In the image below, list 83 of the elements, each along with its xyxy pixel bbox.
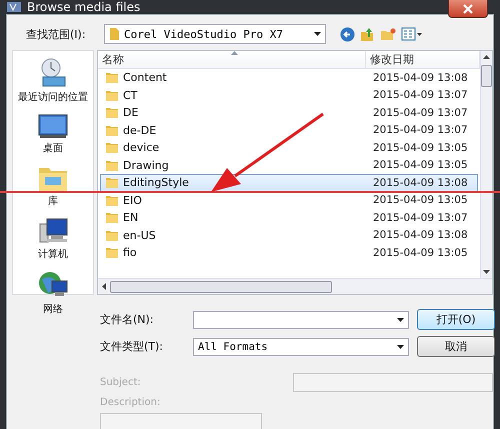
folder-name: device — [123, 141, 160, 154]
folder-name: EditingStyle — [123, 176, 189, 190]
sort-up-icon — [231, 51, 238, 55]
modified-date: 2015-04-09 13:07 — [372, 212, 469, 224]
folder-name: EIO — [123, 194, 142, 207]
scroll-left-icon[interactable] — [102, 283, 106, 290]
file-row[interactable]: EditingStyle 2015-04-09 13:08 — [100, 174, 478, 192]
vertical-scrollbar[interactable] — [480, 51, 492, 278]
subject-field[interactable] — [293, 373, 493, 392]
folder-name: de-DE — [123, 124, 156, 137]
folder-name: Drawing — [123, 158, 169, 172]
modified-date: 2015-04-09 13:07 — [372, 124, 469, 136]
place-item[interactable]: 最近访问的位置 — [18, 55, 88, 106]
scroll-down-icon[interactable] — [483, 270, 490, 274]
dropdown-caret-icon — [397, 318, 404, 322]
scrollbar-thumb[interactable] — [481, 65, 492, 87]
folder-icon — [105, 194, 119, 207]
subject-label: Subject: — [100, 376, 142, 390]
description-field[interactable] — [100, 413, 262, 429]
folder-icon — [105, 211, 119, 224]
back-icon[interactable] — [340, 26, 355, 42]
close-icon — [463, 4, 473, 14]
view-menu-icon[interactable] — [401, 27, 423, 41]
desktop-icon — [37, 112, 69, 140]
cancel-button[interactable]: 取消 — [417, 336, 495, 357]
folder-icon — [105, 88, 119, 102]
modified-date: 2015-04-09 13:05 — [372, 246, 469, 259]
place-item[interactable]: 网络 — [37, 267, 69, 318]
horizontal-scrollbar[interactable] — [98, 278, 492, 294]
folder-name: DE — [123, 106, 138, 120]
file-type-dropdown[interactable]: All Formats — [193, 338, 409, 356]
description-label: Description: — [100, 396, 162, 410]
up-folder-icon[interactable] — [360, 26, 375, 42]
folder-icon — [109, 27, 120, 41]
folder-icon — [105, 71, 119, 84]
modified-date: 2015-04-09 13:05 — [372, 142, 469, 154]
modified-date: 2015-04-09 13:07 — [372, 106, 469, 119]
column-header[interactable]: 名称 — [98, 51, 366, 68]
place-item[interactable]: 库 — [37, 161, 69, 210]
app-icon — [6, 0, 22, 14]
look-in-label: 查找范围(I): — [25, 26, 87, 42]
modified-date: 2015-04-09 13:07 — [372, 89, 469, 102]
new-folder-icon[interactable] — [380, 27, 396, 41]
folder-name: EN — [123, 211, 138, 224]
folder-icon — [105, 228, 119, 242]
file-row[interactable]: EIO 2015-04-09 13:05 — [100, 192, 478, 209]
modified-date: 2015-04-09 13:05 — [372, 159, 469, 172]
folder-name: CT — [123, 88, 138, 102]
file-row[interactable]: en-US 2015-04-09 13:08 — [100, 226, 478, 244]
file-name-field[interactable] — [193, 310, 409, 328]
modified-date: 2015-04-09 13:08 — [372, 72, 469, 84]
folder-icon — [105, 176, 119, 190]
modified-date: 2015-04-09 13:08 — [372, 229, 469, 242]
file-row[interactable]: CT 2015-04-09 13:07 — [100, 86, 478, 104]
place-item[interactable]: 桌面 — [37, 110, 69, 157]
file-row[interactable]: EN 2015-04-09 13:07 — [100, 209, 478, 226]
folder-name: en-US — [123, 228, 156, 242]
dropdown-caret-icon — [314, 32, 321, 36]
file-row[interactable]: DE 2015-04-09 13:07 — [100, 104, 478, 122]
file-row[interactable]: fio 2015-04-09 13:05 — [100, 244, 478, 262]
scrollbar-thumb[interactable] — [110, 280, 332, 292]
folder-icon — [105, 158, 119, 172]
folder-icon — [105, 124, 119, 137]
file-row[interactable]: Content 2015-04-09 13:08 — [100, 69, 478, 86]
close-button[interactable] — [448, 0, 488, 18]
folder-name: fio — [123, 246, 137, 260]
place-item[interactable]: 计算机 — [37, 214, 69, 263]
folder-icon — [105, 246, 119, 260]
folder-icon — [105, 141, 119, 154]
scroll-up-icon[interactable] — [483, 55, 490, 59]
dropdown-caret-icon — [397, 344, 404, 348]
file-row[interactable]: Drawing 2015-04-09 13:05 — [100, 156, 478, 174]
file-row[interactable]: de-DE 2015-04-09 13:07 — [100, 122, 478, 139]
look-in-dropdown[interactable]: Corel VideoStudio Pro X7 — [104, 24, 326, 44]
file-name-label: 文件名(N): — [100, 312, 155, 327]
modified-date: 2015-04-09 13:05 — [372, 194, 469, 206]
folder-icon — [105, 106, 119, 120]
file-type-label: 文件类型(T): — [100, 339, 164, 354]
open-button[interactable]: 打开(O) — [417, 309, 495, 330]
file-row[interactable]: device 2015-04-09 13:05 — [100, 139, 478, 156]
folder-name: Content — [123, 71, 167, 84]
window-title: Browse media files — [27, 0, 140, 14]
modified-date: 2015-04-09 13:08 — [372, 176, 469, 189]
